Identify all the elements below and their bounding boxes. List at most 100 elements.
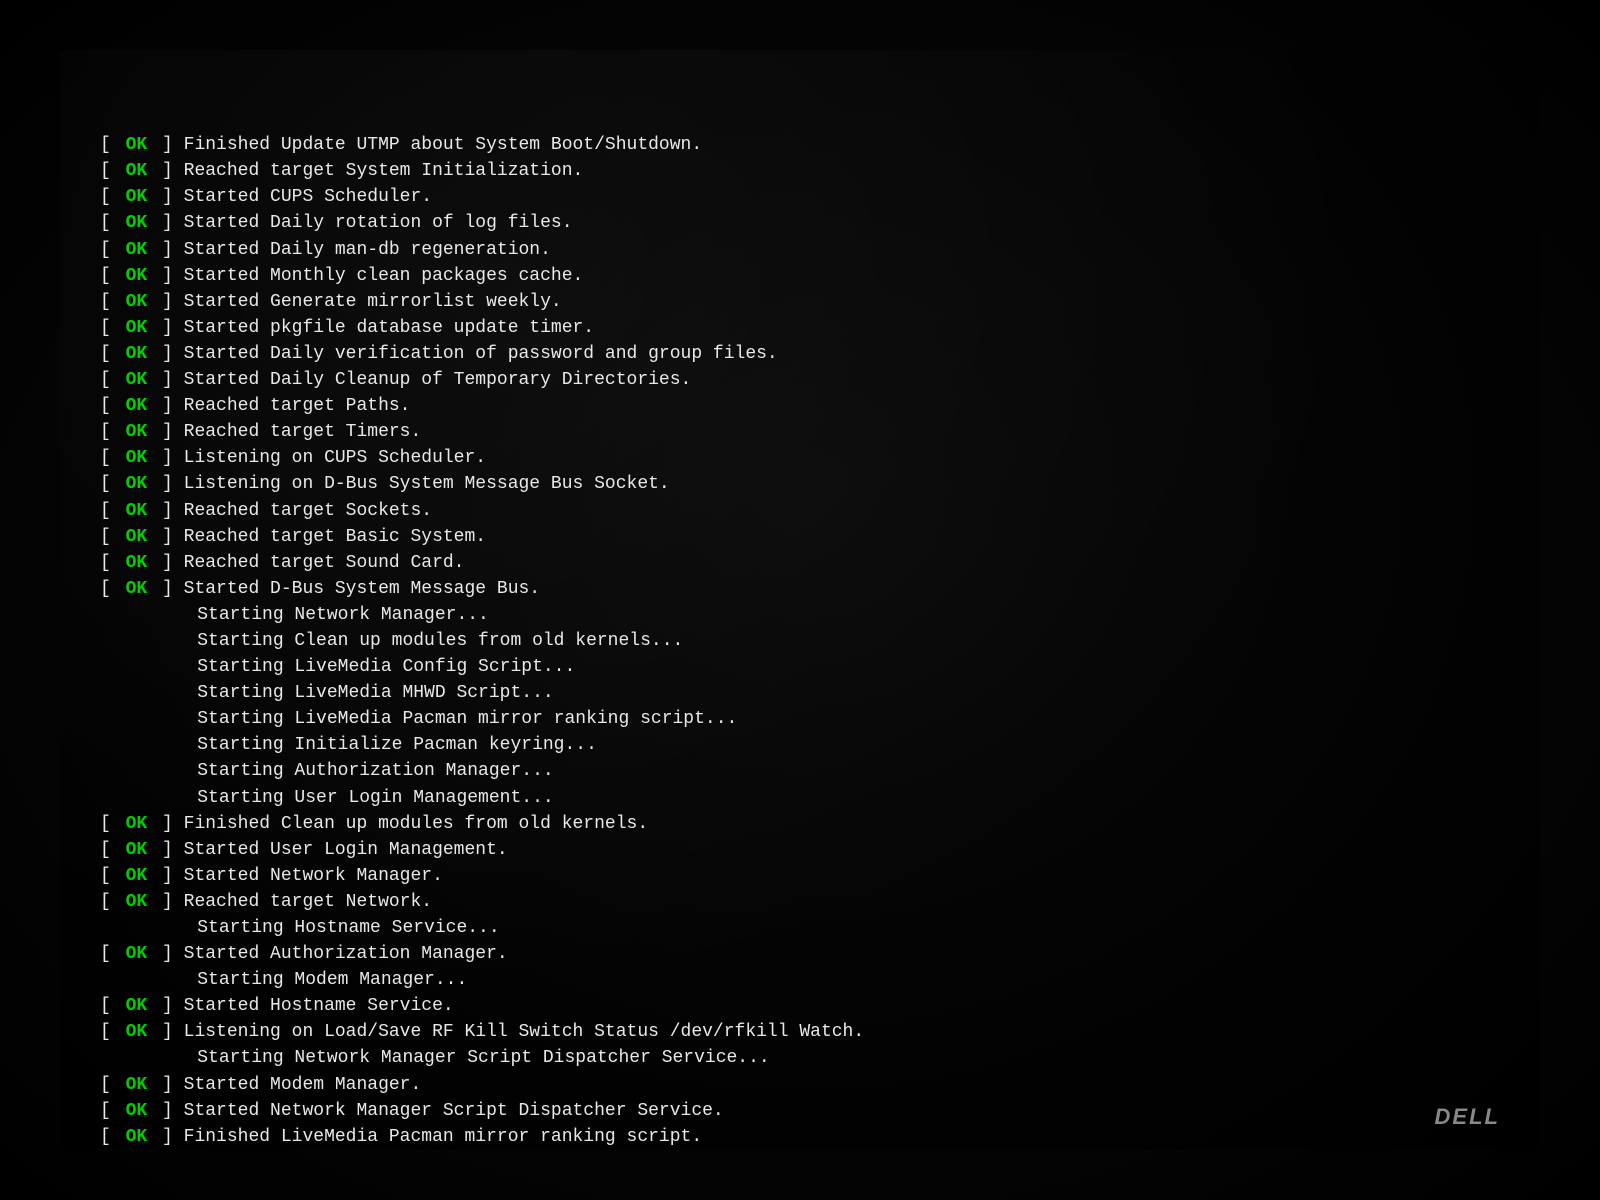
line-message: Reached target Paths. bbox=[184, 393, 411, 419]
line-message: Reached target System Initialization. bbox=[184, 158, 584, 184]
line-message: Starting User Login Management... bbox=[100, 785, 554, 811]
ok-status: OK bbox=[111, 289, 162, 315]
terminal-line: [ OK ] Started User Login Management. bbox=[100, 837, 1500, 863]
bracket-open: [ bbox=[100, 993, 111, 1019]
terminal-line: Starting Hostname Service... bbox=[100, 915, 1500, 941]
ok-status: OK bbox=[111, 419, 162, 445]
terminal-line: [ OK ] Started Authorization Manager. bbox=[100, 941, 1500, 967]
ok-status: OK bbox=[111, 184, 162, 210]
line-message: Reached target Basic System. bbox=[184, 524, 486, 550]
bracket-close: ] bbox=[162, 341, 184, 367]
bracket-close: ] bbox=[162, 367, 184, 393]
terminal-line: [ OK ] Reached target Basic System. bbox=[100, 524, 1500, 550]
line-message: Started Monthly clean packages cache. bbox=[184, 263, 584, 289]
line-message: Listening on D-Bus System Message Bus So… bbox=[184, 471, 670, 497]
line-message: Starting Clean up modules from old kerne… bbox=[100, 628, 683, 654]
terminal-line: [ OK ] Listening on D-Bus System Message… bbox=[100, 471, 1500, 497]
bracket-close: ] bbox=[162, 550, 184, 576]
bracket-open: [ bbox=[100, 367, 111, 393]
ok-status: OK bbox=[111, 524, 162, 550]
line-message: Started Generate mirrorlist weekly. bbox=[184, 289, 562, 315]
bracket-open: [ bbox=[100, 811, 111, 837]
bracket-open: [ bbox=[100, 1072, 111, 1098]
line-message: Started Daily rotation of log files. bbox=[184, 210, 573, 236]
terminal-line: [ OK ] Reached target Sockets. bbox=[100, 498, 1500, 524]
bracket-close: ] bbox=[162, 315, 184, 341]
ok-status: OK bbox=[111, 1019, 162, 1045]
terminal-line: Starting Network Manager... bbox=[100, 602, 1500, 628]
bracket-open: [ bbox=[100, 941, 111, 967]
terminal-line: [ OK ] Started Monthly clean packages ca… bbox=[100, 263, 1500, 289]
bracket-close: ] bbox=[162, 811, 184, 837]
terminal-line: Starting User Login Management... bbox=[100, 785, 1500, 811]
line-message: Finished LiveMedia Pacman mirror ranking… bbox=[184, 1124, 702, 1150]
line-message: Reached target Network. bbox=[184, 889, 432, 915]
line-message: Starting LiveMedia MHWD Script... bbox=[100, 680, 554, 706]
ok-status: OK bbox=[111, 367, 162, 393]
line-message: Started Authorization Manager. bbox=[184, 941, 508, 967]
bracket-close: ] bbox=[162, 524, 184, 550]
ok-status: OK bbox=[111, 341, 162, 367]
terminal-line: Starting Network Manager Script Dispatch… bbox=[100, 1045, 1500, 1071]
line-message: Reached target Sockets. bbox=[184, 498, 432, 524]
line-message: Started Network Manager Script Dispatche… bbox=[184, 1098, 724, 1124]
bracket-open: [ bbox=[100, 419, 111, 445]
ok-status: OK bbox=[111, 576, 162, 602]
ok-status: OK bbox=[111, 445, 162, 471]
line-message: Started Hostname Service. bbox=[184, 993, 454, 1019]
line-message: Starting LiveMedia Pacman mirror ranking… bbox=[100, 706, 737, 732]
terminal-line: [ OK ] Started Hostname Service. bbox=[100, 993, 1500, 1019]
bracket-open: [ bbox=[100, 576, 111, 602]
bracket-close: ] bbox=[162, 941, 184, 967]
line-message: Started Daily Cleanup of Temporary Direc… bbox=[184, 367, 692, 393]
ok-status: OK bbox=[111, 889, 162, 915]
ok-status: OK bbox=[111, 210, 162, 236]
ok-status: OK bbox=[111, 158, 162, 184]
line-message: Started Daily verification of password a… bbox=[184, 341, 778, 367]
bracket-open: [ bbox=[100, 132, 111, 158]
line-message: Started User Login Management. bbox=[184, 837, 508, 863]
terminal-line: Starting Modem Manager... bbox=[100, 967, 1500, 993]
terminal-line: [ OK ] Started pkgfile database update t… bbox=[100, 315, 1500, 341]
line-message: Finished Clean up modules from old kerne… bbox=[184, 811, 648, 837]
terminal-line: [ OK ] Reached target System Initializat… bbox=[100, 158, 1500, 184]
line-message: Listening on Load/Save RF Kill Switch St… bbox=[184, 1019, 865, 1045]
bracket-open: [ bbox=[100, 524, 111, 550]
bracket-close: ] bbox=[162, 393, 184, 419]
terminal-output: [ OK ] Finished Update UTMP about System… bbox=[100, 80, 1500, 1150]
ok-status: OK bbox=[111, 237, 162, 263]
ok-status: OK bbox=[111, 471, 162, 497]
line-message: Started Network Manager. bbox=[184, 863, 443, 889]
bracket-open: [ bbox=[100, 237, 111, 263]
ok-status: OK bbox=[111, 498, 162, 524]
screen: [ OK ] Finished Update UTMP about System… bbox=[60, 50, 1540, 1150]
bracket-close: ] bbox=[162, 237, 184, 263]
bracket-open: [ bbox=[100, 471, 111, 497]
ok-status: OK bbox=[111, 132, 162, 158]
bracket-open: [ bbox=[100, 889, 111, 915]
line-message: Starting Initialize Pacman keyring... bbox=[100, 732, 597, 758]
line-message: Starting Authorization Manager... bbox=[100, 758, 554, 784]
terminal-line: [ OK ] Started Modem Manager. bbox=[100, 1072, 1500, 1098]
terminal-line: [ OK ] Finished Update UTMP about System… bbox=[100, 132, 1500, 158]
bracket-close: ] bbox=[162, 889, 184, 915]
bracket-close: ] bbox=[162, 471, 184, 497]
ok-status: OK bbox=[111, 263, 162, 289]
bracket-open: [ bbox=[100, 498, 111, 524]
terminal-line: [ OK ] Reached target Network. bbox=[100, 889, 1500, 915]
line-message: Started D-Bus System Message Bus. bbox=[184, 576, 540, 602]
ok-status: OK bbox=[111, 1072, 162, 1098]
terminal-line: [ OK ] Started Daily Cleanup of Temporar… bbox=[100, 367, 1500, 393]
bracket-close: ] bbox=[162, 1019, 184, 1045]
bracket-close: ] bbox=[162, 419, 184, 445]
bracket-close: ] bbox=[162, 158, 184, 184]
ok-status: OK bbox=[111, 315, 162, 341]
terminal-line: [ OK ] Started Daily rotation of log fil… bbox=[100, 210, 1500, 236]
terminal-line: [ OK ] Reached target Paths. bbox=[100, 393, 1500, 419]
bracket-close: ] bbox=[162, 993, 184, 1019]
terminal-line: [ OK ] Started Network Manager Script Di… bbox=[100, 1098, 1500, 1124]
bracket-open: [ bbox=[100, 315, 111, 341]
line-message: Started Modem Manager. bbox=[184, 1072, 422, 1098]
ok-status: OK bbox=[111, 837, 162, 863]
ok-status: OK bbox=[111, 811, 162, 837]
